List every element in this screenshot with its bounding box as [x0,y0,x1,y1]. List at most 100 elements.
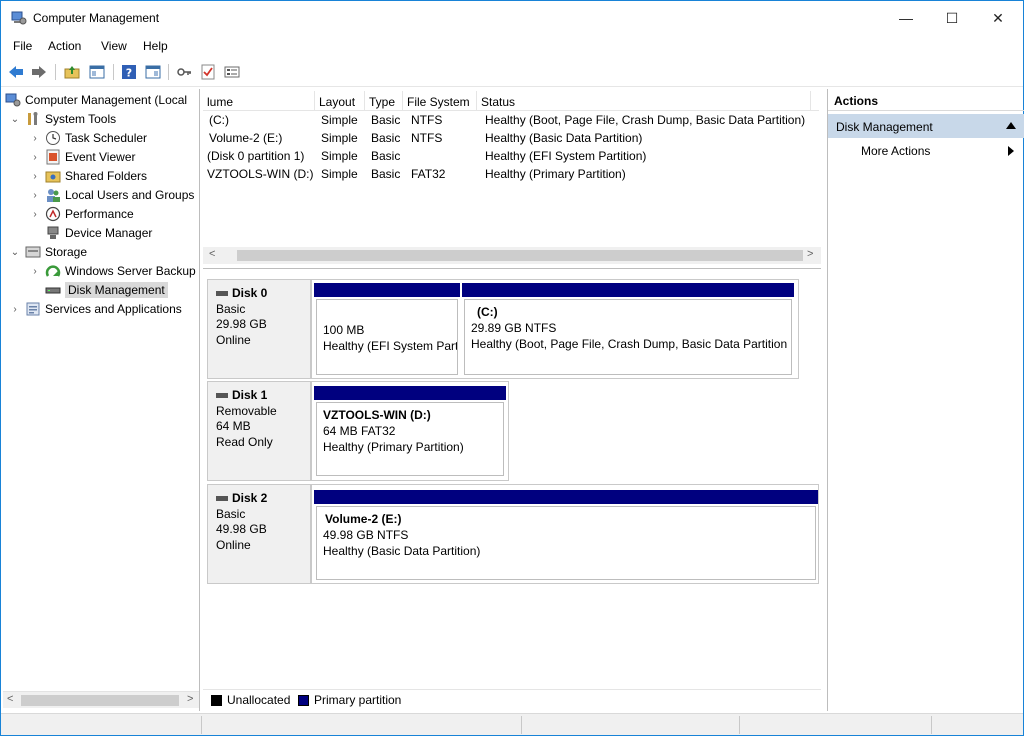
tree-horizontal-scrollbar[interactable]: < > [3,691,199,708]
show-hide-action-pane-icon[interactable] [144,63,162,81]
checklist-icon[interactable] [199,63,217,81]
actions-pane: Actions Disk Management More Actions [827,89,1024,711]
disk-2-label[interactable]: Disk 2 Basic 49.98 GB Online [207,484,311,584]
collapse-up-icon[interactable] [1006,122,1016,129]
scrollbar-thumb[interactable] [237,250,803,261]
partition-d[interactable]: VZTOOLS-WIN (D:) 64 MB FAT32 Healthy (Pr… [314,386,506,478]
maximize-button[interactable]: ☐ [929,1,975,35]
column-volume[interactable]: lume [203,91,315,111]
tree-item-disk-management[interactable]: Disk Management [29,281,168,299]
tree-item-services-and-applications[interactable]: › Services and Applications [9,300,181,318]
chevron-right-icon[interactable]: › [9,304,21,315]
chevron-down-icon[interactable]: ⌄ [9,247,21,258]
chevron-right-icon[interactable]: › [29,190,41,201]
shared-folder-icon [45,168,61,184]
column-status[interactable]: Status [477,91,811,111]
chevron-right-icon[interactable]: › [29,209,41,220]
menu-help[interactable]: Help [143,39,168,53]
tree-item-label: Event Viewer [65,150,136,164]
forward-arrow-icon[interactable] [30,63,48,81]
minimize-button[interactable]: — [883,1,929,35]
cell-layout: Simple [321,131,358,145]
table-row[interactable]: (Disk 0 partition 1) Simple Basic Health… [203,147,819,165]
properties-icon[interactable] [223,63,241,81]
cell-volume: (Disk 0 partition 1) [207,149,305,163]
column-layout[interactable]: Layout [315,91,365,111]
partition-size: 29.89 GB NTFS [471,321,557,335]
disk-1-label[interactable]: Disk 1 Removable 64 MB Read Only [207,381,311,481]
primary-partition-bar [314,283,460,297]
partition-body: Volume-2 (E:) 49.98 GB NTFS Healthy (Bas… [316,506,816,580]
actions-section-disk-management[interactable]: Disk Management [828,114,1024,138]
chevron-right-icon[interactable]: › [29,171,41,182]
disk-graphical-view: Disk 0 Basic 29.98 GB Online 100 MB Heal… [203,271,821,689]
cell-type: Basic [371,149,401,163]
chevron-down-icon[interactable]: ⌄ [9,114,21,125]
tree-item-event-viewer[interactable]: › Event Viewer [29,148,135,166]
partition-e[interactable]: Volume-2 (E:) 49.98 GB NTFS Healthy (Bas… [314,490,818,582]
close-button[interactable]: ✕ [975,1,1021,35]
key-icon[interactable] [175,63,193,81]
tree-item-shared-folders[interactable]: › Shared Folders [29,167,147,185]
scroll-left-icon[interactable]: < [7,693,13,705]
partition-body: 100 MB Healthy (EFI System Part [316,299,458,375]
chevron-right-icon[interactable]: › [29,152,41,163]
cell-type: Basic [371,131,401,145]
scrollbar-thumb[interactable] [21,695,179,706]
menu-view[interactable]: View [101,39,127,53]
scroll-right-icon[interactable]: > [187,693,193,705]
storage-icon [25,244,41,260]
up-folder-icon[interactable] [63,63,81,81]
tree-item-label: Shared Folders [65,169,148,183]
partition-name: Volume-2 (E:) [325,512,402,526]
disk-0-label[interactable]: Disk 0 Basic 29.98 GB Online [207,279,311,379]
tree-item-computer-management[interactable]: Computer Management (Local [5,91,187,109]
tree-item-storage[interactable]: ⌄ Storage [9,243,87,261]
partition-size: 100 MB [323,323,365,337]
disk-icon [216,291,228,297]
partition-status: Healthy (Basic Data Partition) [323,544,481,558]
tree-item-local-users-and-groups[interactable]: › Local Users and Groups [29,186,194,204]
partition-name: VZTOOLS-WIN (D:) [323,408,431,422]
disk-2-partitions: Volume-2 (E:) 49.98 GB NTFS Healthy (Bas… [311,484,819,584]
more-actions-item[interactable]: More Actions [828,141,1024,161]
volume-list-horizontal-scrollbar[interactable]: < > [203,247,821,264]
cell-file-system: NTFS [411,131,443,145]
tree-item-system-tools[interactable]: ⌄ System Tools [9,110,116,128]
table-row[interactable]: (C:) Simple Basic NTFS Healthy (Boot, Pa… [203,111,819,129]
tree-item-task-scheduler[interactable]: › Task Scheduler [29,129,147,147]
primary-partition-swatch [298,695,309,706]
help-icon[interactable]: ? [120,63,138,81]
cell-file-system: FAT32 [411,167,446,181]
table-row[interactable]: VZTOOLS-WIN (D:) Simple Basic FAT32 Heal… [203,165,819,183]
menu-action[interactable]: Action [48,39,81,53]
legend-unallocated: Unallocated [227,693,291,707]
table-row[interactable]: Volume-2 (E:) Simple Basic NTFS Healthy … [203,129,819,147]
tree-item-windows-server-backup[interactable]: › Windows Server Backup [29,262,195,280]
menu-file[interactable]: File [13,39,32,53]
disk-type: Basic [216,301,246,316]
svg-text:?: ? [126,67,132,80]
partition-efi[interactable]: 100 MB Healthy (EFI System Part [314,283,460,377]
column-file-system[interactable]: File System [403,91,477,111]
disk-type: Removable [216,403,277,418]
partition-body: (C:) 29.89 GB NTFS Healthy (Boot, Page F… [464,299,792,375]
partition-status: Healthy (EFI System Part [323,339,458,353]
submenu-arrow-icon [1008,146,1014,156]
back-arrow-icon[interactable] [7,63,25,81]
cell-status: Healthy (Basic Data Partition) [485,131,643,145]
partition-c[interactable]: (C:) 29.89 GB NTFS Healthy (Boot, Page F… [462,283,794,377]
scroll-left-icon[interactable]: < [209,248,215,260]
disk-name: Disk 0 [232,286,268,300]
disk-state: Online [216,537,251,552]
scroll-right-icon[interactable]: > [807,248,813,260]
tree-item-device-manager[interactable]: Device Manager [29,224,152,242]
cell-volume: Volume-2 (E:) [209,131,283,145]
disk-icon [45,282,61,298]
column-type[interactable]: Type [365,91,403,111]
show-hide-tree-icon[interactable] [88,63,106,81]
tree-item-performance[interactable]: › Performance [29,205,134,223]
actions-section-label: Disk Management [836,120,933,134]
chevron-right-icon[interactable]: › [29,133,41,144]
chevron-right-icon[interactable]: › [29,266,41,277]
